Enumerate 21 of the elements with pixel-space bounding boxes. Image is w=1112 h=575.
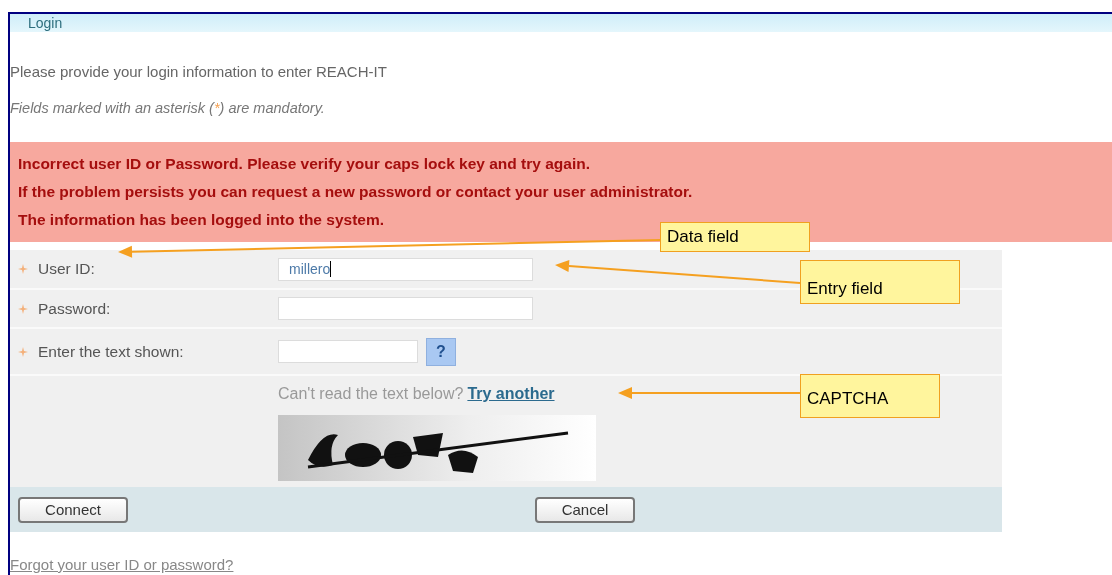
- help-button[interactable]: ?: [426, 337, 456, 366]
- input-field[interactable]: [278, 297, 533, 320]
- input-field[interactable]: [278, 340, 418, 363]
- section-header: Login: [10, 14, 1112, 32]
- field-label: User ID:: [38, 260, 95, 278]
- callout-label: CAPTCHA: [800, 374, 940, 418]
- input-field[interactable]: millero: [278, 257, 533, 281]
- captcha-prompt: Can't read the text below?: [278, 385, 464, 402]
- field-label: Enter the text shown:: [38, 342, 184, 361]
- field-label: Password:: [38, 299, 111, 318]
- error-message: If the problem persists you can request a new password or contact your user administrator.: [18, 182, 693, 202]
- callout-label: Entry field: [800, 260, 960, 304]
- mandatory-note: Fields marked with an asterisk (*) are mandatory.: [10, 99, 325, 118]
- connect-button[interactable]: Connect: [18, 496, 128, 523]
- try-another-link[interactable]: Try another: [467, 385, 555, 402]
- callout-label: Data field: [660, 222, 810, 252]
- forgot-link[interactable]: Forgot your user ID or password?: [10, 556, 234, 573]
- cancel-button[interactable]: Cancel: [535, 496, 635, 523]
- error-message: The information has been logged into the system.: [18, 210, 384, 230]
- intro-text: Please provide your login information to enter REACH-IT: [10, 62, 388, 82]
- error-message: Incorrect user ID or Password. Please verify your caps lock key and try again.: [18, 154, 591, 174]
